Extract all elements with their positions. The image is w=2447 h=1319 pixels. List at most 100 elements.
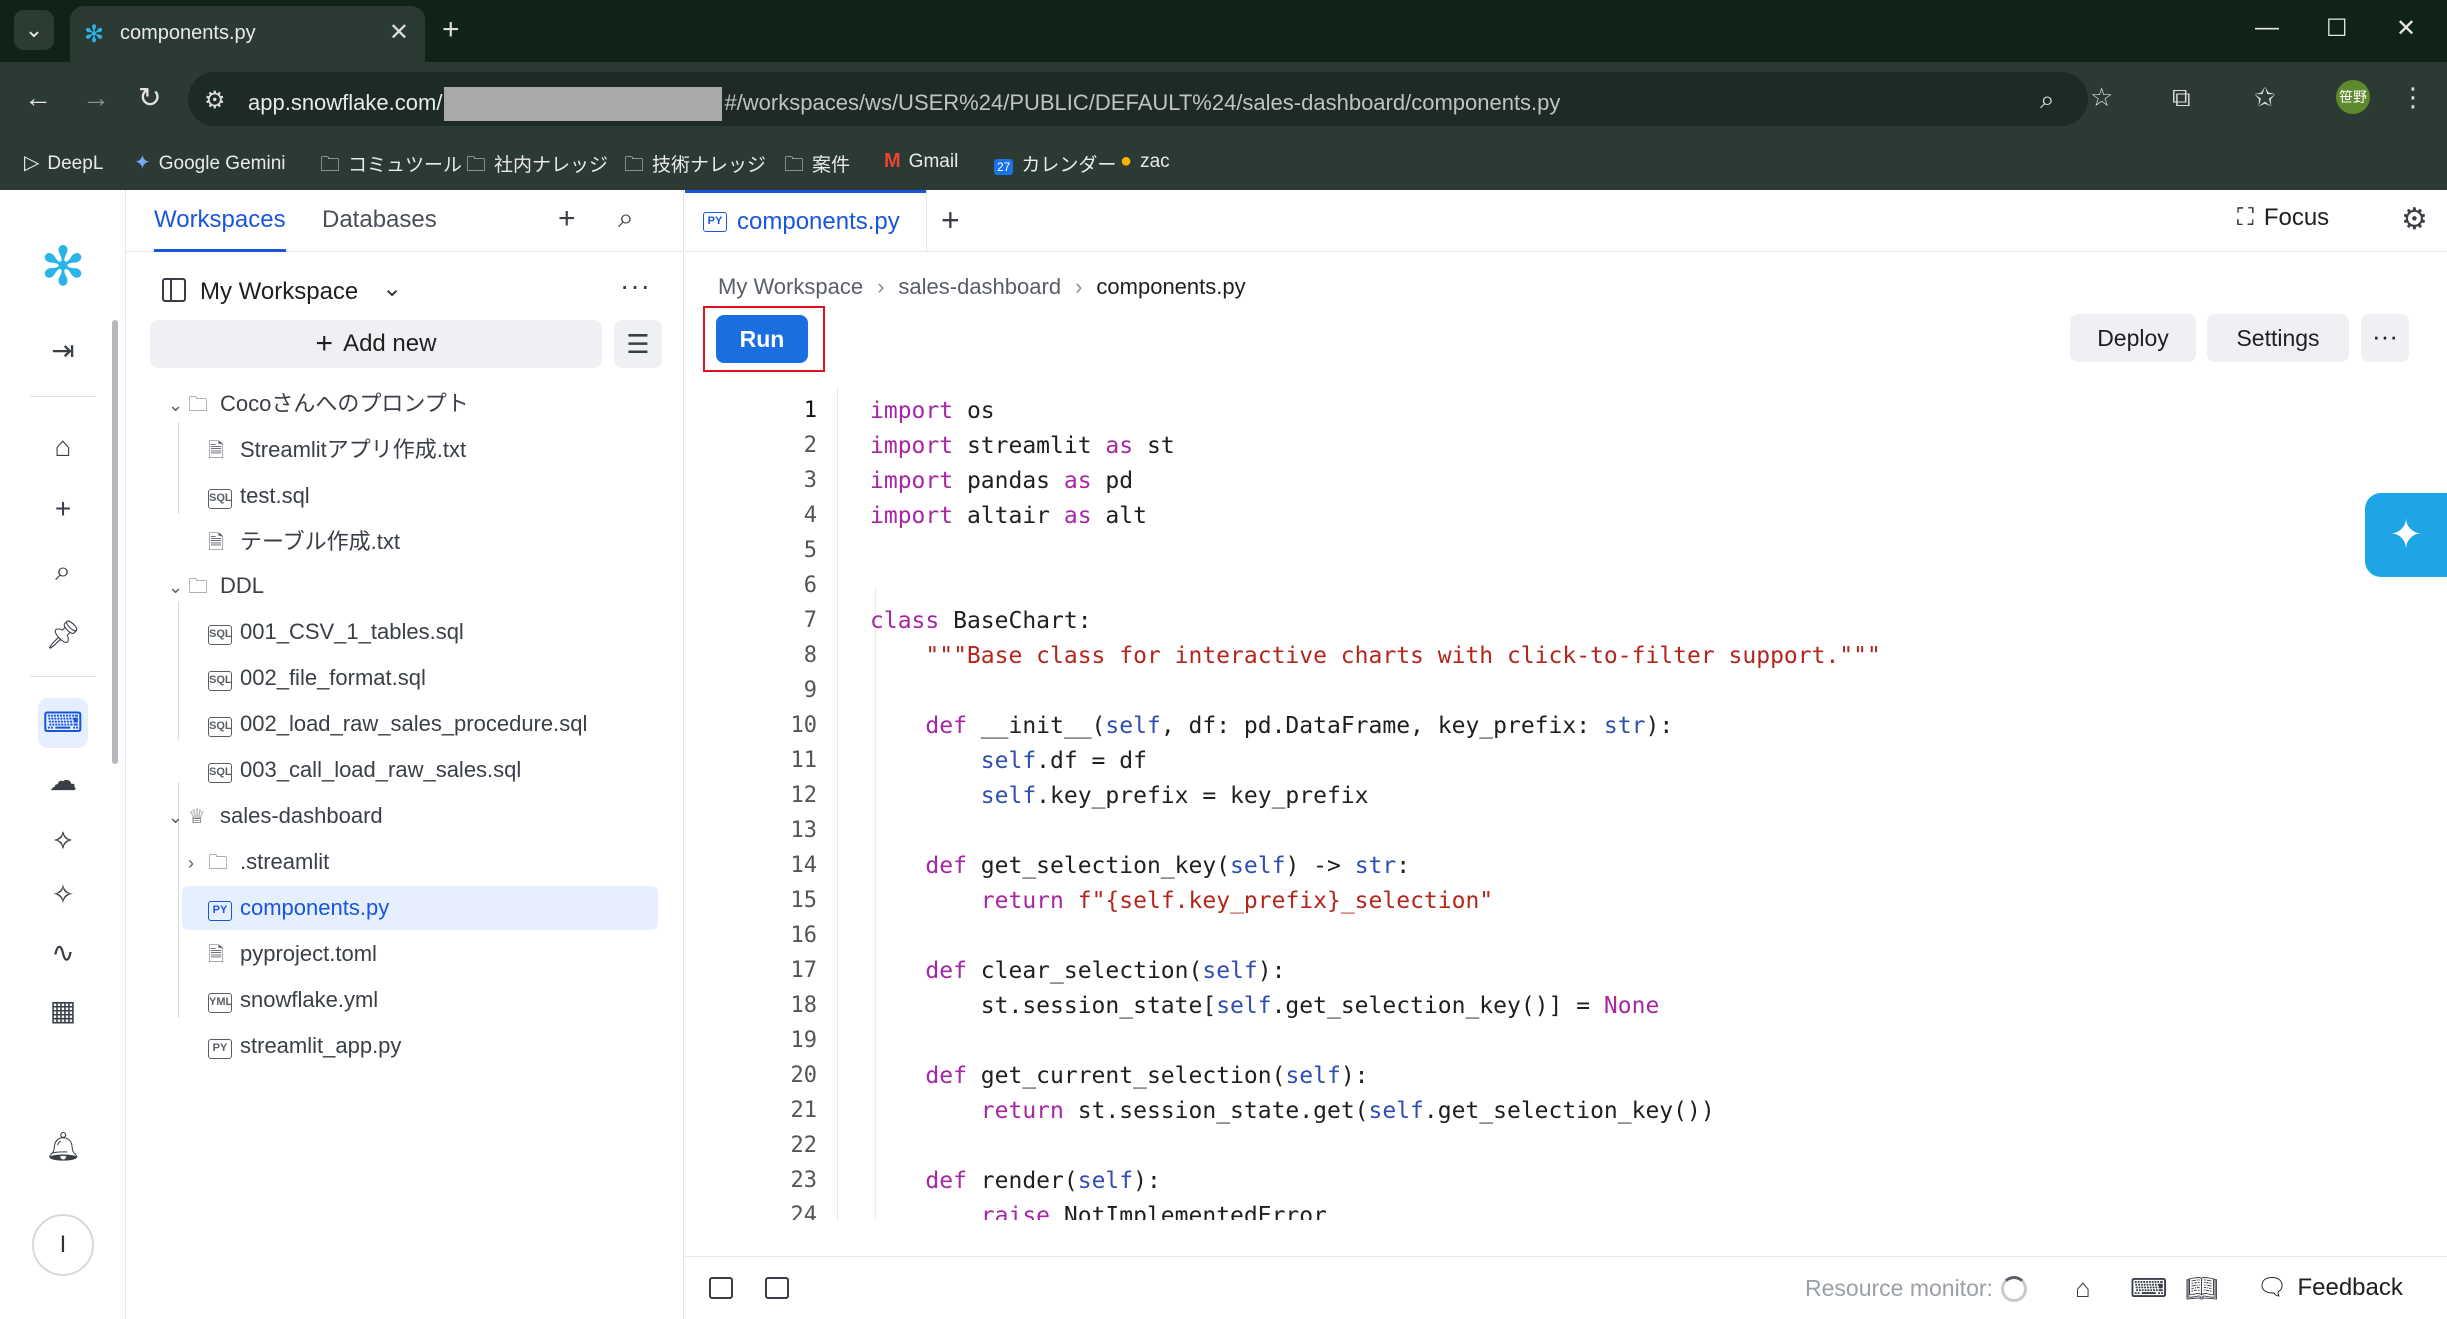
tree-folder[interactable]: › 🗀 .streamlit (188, 840, 658, 884)
new-editor-tab-icon[interactable]: + (941, 202, 960, 239)
bookmark-folder-tech[interactable]: 🗀 技術ナレッジ (624, 150, 766, 184)
run-button[interactable]: Run (716, 315, 808, 363)
tree-folder[interactable]: ⌄ ♕ sales-dashboard (168, 794, 658, 838)
code-line[interactable]: class BaseChart: (870, 608, 1092, 634)
monitoring-icon[interactable]: ∿ (38, 928, 88, 978)
bookmark-gemini[interactable]: ✦ Google Gemini (134, 150, 286, 175)
more-options-icon[interactable]: ··· (2361, 314, 2409, 362)
breadcrumb-folder[interactable]: sales-dashboard (898, 274, 1061, 299)
marketplace-grid-icon[interactable]: ▦ (38, 986, 88, 1036)
focus-button[interactable]: ⛶ Focus (2237, 204, 2329, 232)
projects-terminal-icon[interactable]: ⌨ (38, 698, 88, 748)
settings-button[interactable]: Settings (2207, 314, 2349, 362)
code-line[interactable]: def clear_selection(self): (870, 958, 1285, 984)
tree-file[interactable]: SQL test.sql (208, 474, 658, 518)
reload-icon[interactable]: ↻ (138, 82, 161, 114)
code-line[interactable]: def get_selection_key(self) -> str: (870, 853, 1410, 879)
code-line[interactable]: self.df = df (870, 748, 1147, 774)
tree-file[interactable]: PY streamlit_app.py (208, 1024, 658, 1068)
editor-tab-components[interactable]: PY components.py (685, 190, 927, 252)
browser-profile-avatar[interactable]: 笹野 (2336, 80, 2370, 114)
tab-search-chevron-icon[interactable]: ⌄ (14, 10, 54, 50)
feedback-button[interactable]: 🗨︎ Feedback (2257, 1273, 2403, 1302)
forward-icon[interactable]: → (82, 82, 110, 114)
new-tab-icon[interactable]: + (442, 12, 460, 48)
browser-tab[interactable]: ✻ components.py ✕ (70, 6, 425, 62)
workspace-more-icon[interactable]: ··· (620, 270, 651, 302)
close-tab-icon[interactable]: ✕ (389, 18, 409, 47)
data-share-icon[interactable]: ⟡ (38, 814, 88, 864)
maximize-icon[interactable]: ☐ (2326, 14, 2348, 43)
url-bar[interactable]: ⚙ app.snowflake.com/#/workspaces/ws/USER… (188, 72, 2088, 126)
bookmark-deepl[interactable]: ▷ DeepL (24, 150, 103, 175)
code-line[interactable]: return st.session_state.get(self.get_sel… (870, 1098, 1715, 1124)
code-line[interactable]: def render(self): (870, 1168, 1160, 1194)
tree-folder[interactable]: ⌄ 🗀 Cocoさんへのプロンプト (168, 382, 658, 426)
code-line[interactable]: return f"{self.key_prefix}_selection" (870, 888, 1493, 914)
tree-file[interactable]: SQL 001_CSV_1_tables.sql (208, 610, 658, 654)
workspace-selector[interactable]: My Workspace ⌄ ··· (126, 266, 683, 316)
code-line[interactable]: raise NotImplementedError (870, 1203, 1327, 1220)
code-line[interactable]: st.session_state[self.get_selection_key(… (870, 993, 1660, 1019)
code-line[interactable]: import streamlit as st (870, 433, 1175, 459)
code-line[interactable]: self.key_prefix = key_prefix (870, 783, 1369, 809)
bookmark-calendar[interactable]: 27 カレンダー (994, 150, 1116, 177)
tree-file[interactable]: SQL 002_load_raw_sales_procedure.sql (208, 702, 658, 746)
browser-menu-icon[interactable]: ⋮ (2400, 82, 2426, 113)
user-profile-avatar[interactable]: I (32, 1214, 94, 1276)
search-icon[interactable]: ⌕ (38, 546, 88, 596)
toggle-sidebar-icon[interactable] (709, 1277, 733, 1299)
home-icon[interactable]: ⌂ (2075, 1273, 2091, 1304)
code-editor[interactable]: 1 import os 2 import streamlit as st 3 import… (685, 388, 2447, 1220)
tree-file[interactable]: YML snowflake.yml (208, 978, 658, 1022)
notifications-bell-icon[interactable]: 🔔︎ (38, 1122, 88, 1172)
minimize-icon[interactable]: — (2255, 14, 2279, 42)
bookmark-zac[interactable]: ● zac (1120, 150, 1170, 173)
toggle-panel-icon[interactable] (765, 1277, 789, 1299)
code-line[interactable]: def get_current_selection(self): (870, 1063, 1368, 1089)
data-upload-icon[interactable]: ☁ (38, 756, 88, 806)
tree-file[interactable]: 🗎 Streamlitアプリ作成.txt (208, 428, 658, 472)
code-line[interactable]: def __init__(self, df: pd.DataFrame, key… (870, 713, 1673, 739)
close-window-icon[interactable]: ✕ (2396, 14, 2416, 43)
code-line[interactable]: import os (870, 398, 995, 424)
search-icon[interactable]: ⌕ (618, 202, 634, 235)
home-icon[interactable]: ⌂ (38, 422, 88, 472)
gear-icon[interactable]: ⚙ (2401, 202, 2428, 237)
add-new-button[interactable]: + Add new (150, 320, 602, 368)
bookmark-folder-internal[interactable]: 🗀 社内ナレッジ (466, 150, 608, 184)
tree-file[interactable]: 🗎 pyproject.toml (208, 932, 658, 976)
zoom-icon[interactable]: ⌕ (2040, 84, 2055, 116)
bookmark-gmail[interactable]: M Gmail (884, 150, 958, 173)
pin-icon[interactable]: 📌︎ (38, 610, 88, 660)
sort-filter-icon[interactable]: ☰ (614, 320, 662, 368)
tab-workspaces[interactable]: Workspaces (154, 206, 286, 252)
snowflake-logo-icon[interactable]: ✻ (34, 238, 92, 296)
rail-scrollbar[interactable] (112, 320, 118, 764)
deploy-button[interactable]: Deploy (2070, 314, 2196, 362)
bookmark-star-icon[interactable]: ☆ (2090, 82, 2113, 113)
docs-book-icon[interactable]: 📖︎ (2185, 1273, 2218, 1304)
code-line[interactable]: """Base class for interactive charts wit… (870, 643, 1880, 669)
keyboard-icon[interactable]: ⌨ (2130, 1273, 2168, 1304)
tab-databases[interactable]: Databases (322, 206, 437, 234)
ai-assistant-sparkle-icon[interactable]: ✦ (2365, 493, 2447, 577)
url-text[interactable]: app.snowflake.com/#/workspaces/ws/USER%2… (248, 87, 1560, 121)
extensions-icon[interactable]: ⧉ (2172, 82, 2191, 114)
tree-file[interactable]: 🗎 テーブル作成.txt (208, 520, 658, 564)
create-icon[interactable]: + (38, 484, 88, 534)
ai-ml-icon[interactable]: ✧ (38, 870, 88, 920)
add-icon[interactable]: + (558, 202, 576, 236)
code-line[interactable]: import altair as alt (870, 503, 1147, 529)
breadcrumb-workspace[interactable]: My Workspace (718, 274, 863, 299)
back-icon[interactable]: ← (24, 82, 52, 114)
bookmark-folder-projects[interactable]: 🗀 案件 (784, 150, 850, 184)
tree-folder[interactable]: ⌄ 🗀 DDL (168, 564, 658, 608)
chevron-down-icon[interactable]: ⌄ (382, 274, 402, 303)
site-info-icon[interactable]: ⚙ (204, 86, 226, 115)
favorites-icon[interactable]: ✩ (2254, 82, 2276, 113)
code-line[interactable]: import pandas as pd (870, 468, 1133, 494)
tree-file[interactable]: SQL 003_call_load_raw_sales.sql (208, 748, 658, 792)
expand-sidebar-icon[interactable]: ⇥ (38, 326, 88, 376)
tree-file-selected[interactable]: PY components.py (182, 886, 658, 930)
